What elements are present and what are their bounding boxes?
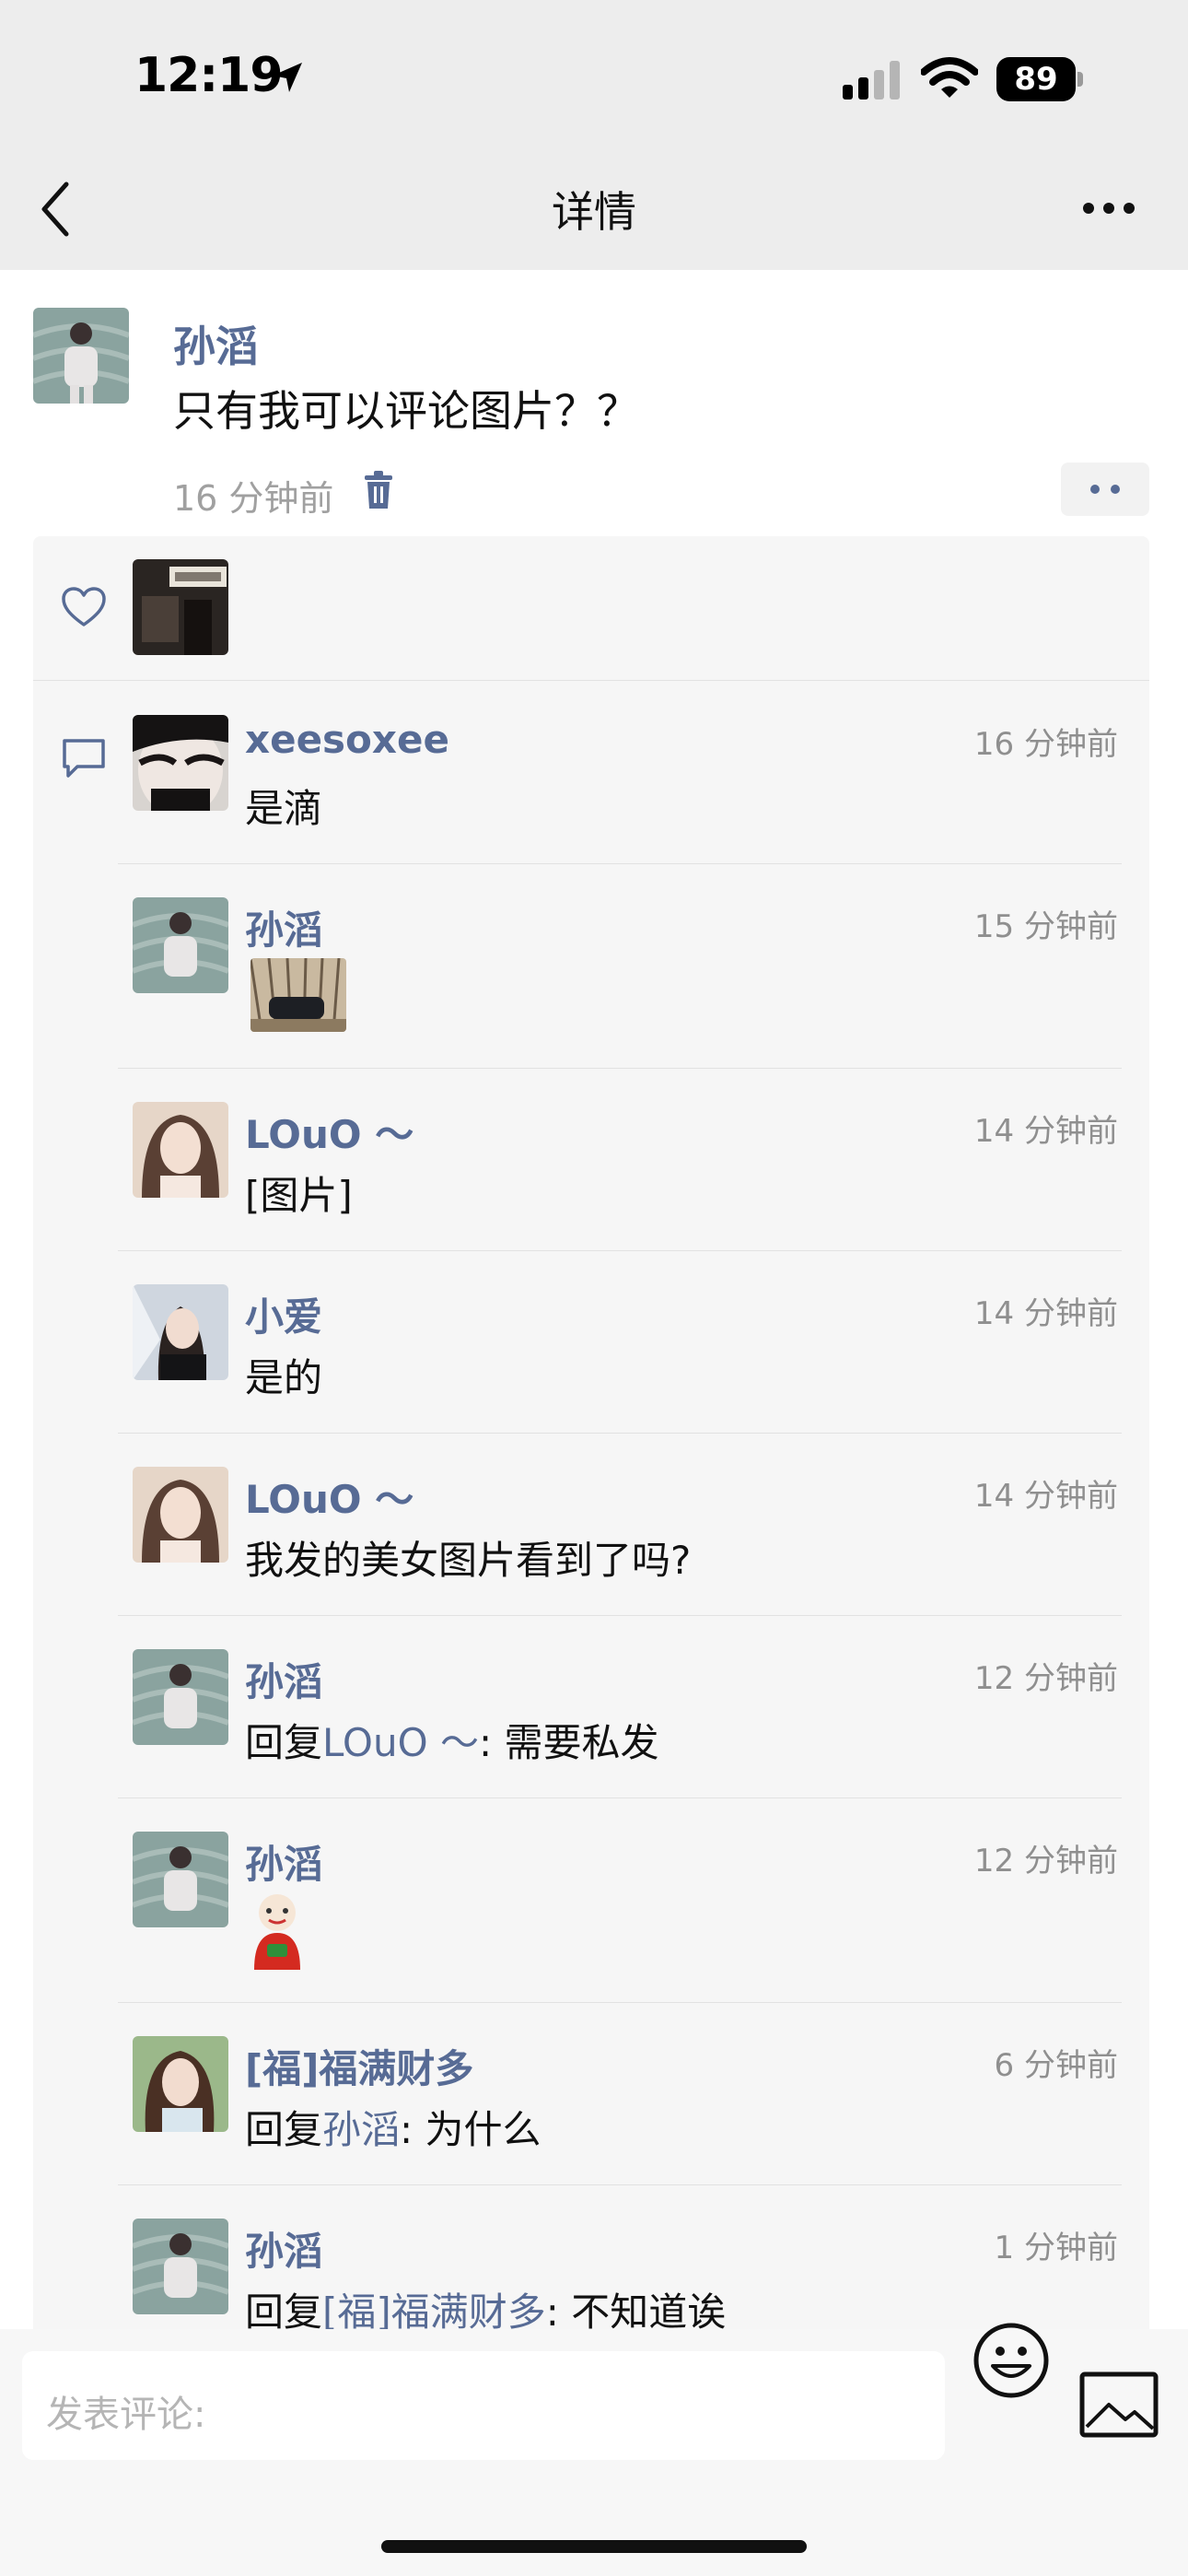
comment-input-field[interactable]: 发表评论:	[22, 2351, 945, 2460]
comment-item: 孙滔 15 分钟前	[118, 864, 1122, 1069]
commenter-avatar[interactable]	[133, 1467, 228, 1563]
reply-target-name[interactable]: [福]福满财多	[322, 2289, 546, 2329]
post-author-name[interactable]: 孙滔	[173, 313, 258, 374]
commenter-name[interactable]: xeesoxee	[245, 717, 449, 762]
post-text: 只有我可以评论图片？？	[173, 386, 639, 436]
comment-time: 14 分钟前	[973, 1113, 1118, 1150]
reply-prefix: 回复	[245, 2107, 323, 2152]
wifi-icon	[921, 57, 978, 98]
comment-text: [图片]	[245, 1173, 353, 1218]
comment-item: LOuO ～ 14 分钟前 我发的美女图片看到了吗?	[118, 1434, 1122, 1616]
comment-item: [福]福满财多 6 分钟前 回复孙滔: 为什么	[118, 2003, 1122, 2185]
comment-time: 14 分钟前	[973, 1295, 1118, 1332]
interaction-menu-button[interactable]	[1061, 463, 1149, 516]
comment-image-thumbnail[interactable]	[250, 958, 346, 1032]
delete-trash-icon[interactable]	[361, 470, 396, 510]
battery-level: 89	[1014, 61, 1058, 98]
reply-target-name[interactable]: LOuO ～	[322, 1720, 479, 1765]
comment-time: 14 分钟前	[973, 1478, 1118, 1515]
more-options-icon[interactable]	[1081, 201, 1136, 216]
reply-body: : 不知道诶	[545, 2289, 727, 2329]
commenter-avatar[interactable]	[133, 1284, 228, 1380]
commenter-name[interactable]: 小爱	[245, 1286, 322, 1342]
home-indicator	[381, 2540, 807, 2553]
commenter-name[interactable]: 孙滔	[245, 899, 322, 955]
commenter-avatar[interactable]	[133, 1832, 228, 1927]
reply-body: : 需要私发	[479, 1720, 659, 1765]
cellular-signal-icon	[843, 61, 900, 100]
comment-text: 是滴	[245, 786, 323, 831]
comment-time: 6 分钟前	[994, 2047, 1118, 2084]
comment-text: 回复LOuO ～: 需要私发	[245, 1712, 659, 1768]
sticker-emoji-icon[interactable]	[247, 1892, 308, 1970]
commenter-name[interactable]: 孙滔	[245, 2220, 322, 2277]
comment-time: 12 分钟前	[973, 1660, 1118, 1697]
comment-item: 孙滔 1 分钟前 回复[福]福满财多: 不知道诶	[118, 2185, 1122, 2329]
commenter-avatar[interactable]	[133, 1649, 228, 1745]
heart-like-icon	[62, 587, 106, 626]
comment-item: 孙滔 12 分钟前	[118, 1798, 1122, 2003]
image-picker-icon[interactable]	[1079, 2371, 1159, 2438]
page-title: 详情	[552, 187, 636, 237]
comment-text: 回复孙滔: 为什么	[245, 2099, 542, 2155]
commenter-name[interactable]: LOuO ～	[245, 1469, 413, 1525]
location-arrow-icon	[273, 63, 302, 92]
reply-body: : 为什么	[400, 2107, 542, 2152]
comment-item: LOuO ～ 14 分钟前 [图片]	[118, 1069, 1122, 1251]
comment-item: xeesoxee 16 分钟前 是滴	[118, 698, 1122, 864]
comment-text: 回复[福]福满财多: 不知道诶	[245, 2281, 726, 2329]
comment-time: 16 分钟前	[973, 726, 1118, 763]
comment-item: 孙滔 12 分钟前 回复LOuO ～: 需要私发	[118, 1616, 1122, 1798]
commenter-avatar[interactable]	[133, 1102, 228, 1198]
comment-text: 我发的美女图片看到了吗?	[245, 1538, 692, 1583]
emoji-smiley-icon[interactable]	[973, 2322, 1050, 2399]
comment-time: 15 分钟前	[973, 908, 1118, 945]
comment-item: 小爱 14 分钟前 是的	[118, 1251, 1122, 1434]
commenter-avatar[interactable]	[133, 2036, 228, 2132]
liker-avatar[interactable]	[133, 559, 228, 655]
comment-input-placeholder: 发表评论:	[46, 2394, 206, 2436]
reply-target-name[interactable]: 孙滔	[322, 2107, 400, 2152]
battery-indicator: 89	[996, 57, 1085, 101]
commenter-name[interactable]: [福]福满财多	[245, 2038, 473, 2094]
reply-prefix: 回复	[245, 2289, 323, 2329]
commenter-avatar[interactable]	[133, 715, 228, 811]
post-time: 16 分钟前	[173, 478, 334, 519]
comment-bubble-icon	[63, 739, 105, 778]
comment-time: 1 分钟前	[994, 2230, 1118, 2266]
commenter-avatar[interactable]	[133, 2219, 228, 2314]
comment-text: 是的	[245, 1355, 323, 1400]
comment-time: 12 分钟前	[973, 1843, 1118, 1879]
post-author-avatar[interactable]	[33, 308, 129, 404]
reply-prefix: 回复	[245, 1720, 323, 1765]
status-time: 12:19	[134, 48, 284, 103]
commenter-avatar[interactable]	[133, 897, 228, 993]
commenter-name[interactable]: LOuO ～	[245, 1104, 413, 1160]
commenter-name[interactable]: 孙滔	[245, 1651, 322, 1707]
commenter-name[interactable]: 孙滔	[245, 1833, 322, 1890]
